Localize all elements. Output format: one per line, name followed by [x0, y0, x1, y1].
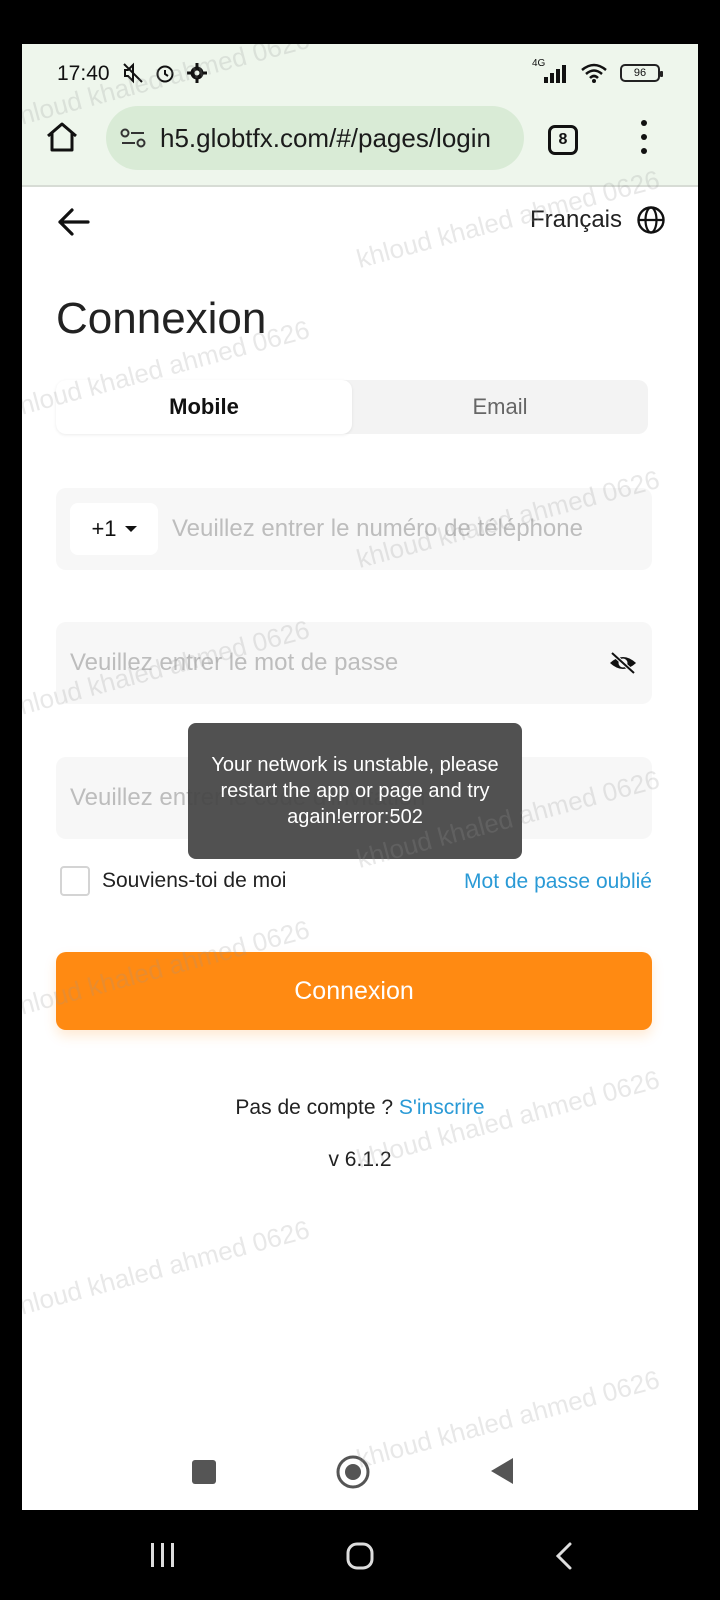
remember-me-label[interactable]: Souviens-toi de moi	[102, 869, 286, 893]
status-icons-right: 4G 96	[532, 58, 663, 84]
signup-link[interactable]: S'inscrire	[399, 1096, 485, 1119]
forgot-password-link[interactable]: Mot de passe oublié	[464, 870, 652, 894]
page-title: Connexion	[56, 294, 267, 343]
globe-icon[interactable]	[636, 205, 666, 235]
more-menu-icon[interactable]	[632, 120, 656, 154]
signup-row: Pas de compte ? S'inscrire	[22, 1096, 698, 1120]
app-version: v 6.1.2	[328, 1148, 392, 1171]
recents-icon[interactable]	[148, 1541, 178, 1569]
chevron-down-icon[interactable]	[124, 526, 137, 532]
login-method-tabs: Mobile Email	[56, 380, 648, 434]
site-settings-icon[interactable]	[120, 126, 146, 150]
address-bar[interactable]: h5.globtfx.com/#/pages/login	[106, 106, 524, 170]
phone-input[interactable]	[172, 488, 632, 570]
status-time: 17:40	[57, 62, 110, 85]
browser-chrome: 17:40 4G 96 h5.globtfx.com/#/pages/login…	[22, 44, 698, 186]
language-label[interactable]: Français	[530, 206, 622, 234]
chrome-divider	[22, 185, 698, 187]
remember-me-checkbox[interactable]	[60, 866, 90, 896]
signal-indicator: 4G	[532, 58, 568, 84]
wifi-icon	[581, 63, 607, 83]
tab-email[interactable]: Email	[352, 380, 648, 434]
phone-screen: 17:40 4G 96 h5.globtfx.com/#/pages/login…	[22, 44, 698, 1510]
recent-apps-icon[interactable]	[192, 1460, 216, 1484]
eye-slash-icon[interactable]	[608, 650, 638, 676]
url-text[interactable]: h5.globtfx.com/#/pages/login	[160, 123, 510, 154]
login-button[interactable]: Connexion	[56, 952, 652, 1030]
home-circle-icon[interactable]	[335, 1454, 371, 1490]
signal-icon	[544, 65, 566, 83]
home-nav-icon[interactable]	[345, 1541, 375, 1571]
tab-switcher-button[interactable]: 8	[548, 125, 578, 155]
error-toast: Your network is unstable, please restart…	[188, 723, 522, 859]
back-nav-icon[interactable]	[554, 1541, 574, 1571]
settings-gear-icon	[187, 63, 207, 83]
country-code-value[interactable]: +1	[91, 516, 116, 542]
password-field	[56, 622, 652, 704]
battery-level: 96	[633, 67, 647, 79]
country-code-dropdown[interactable]: +1	[70, 503, 158, 555]
watermark-text: khloud khaled ahmed 0626	[22, 1214, 313, 1324]
status-icons-left	[122, 62, 208, 84]
status-bar: 17:40 4G 96	[22, 44, 698, 102]
phone-field: +1	[56, 488, 652, 570]
back-triangle-icon[interactable]	[489, 1456, 515, 1486]
alarm-icon	[156, 65, 174, 83]
home-icon[interactable]	[44, 119, 80, 155]
remember-me-row: Souviens-toi de moi	[60, 866, 286, 896]
language-selector[interactable]: Français	[530, 205, 666, 235]
back-arrow-icon[interactable]	[54, 202, 94, 242]
mute-icon	[123, 62, 143, 84]
battery-indicator: 96	[620, 64, 663, 82]
signup-prompt: Pas de compte ?	[235, 1096, 394, 1119]
password-input[interactable]	[70, 622, 590, 704]
tab-mobile[interactable]: Mobile	[56, 380, 352, 434]
